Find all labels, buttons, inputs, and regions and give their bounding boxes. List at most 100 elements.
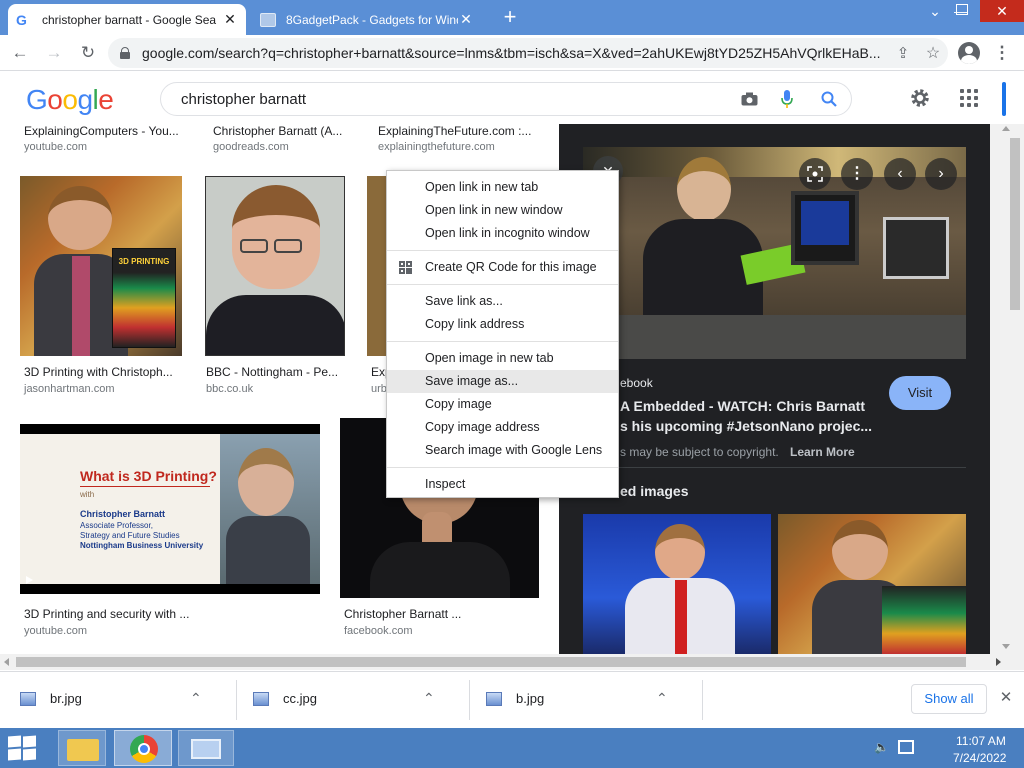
related-image[interactable] (583, 514, 771, 654)
menu-item-open-image-new-tab[interactable]: Open image in new tab (387, 347, 618, 370)
result-image-partial[interactable] (367, 176, 387, 356)
result-image[interactable] (205, 176, 345, 356)
volume-muted-icon[interactable]: 🔈 (874, 740, 890, 756)
image-preview-panel: ✕ ⋮ ‹ › ebook A Embedded - WATCH: Chris … (559, 124, 990, 654)
visit-button[interactable]: Visit (889, 376, 951, 410)
preview-title-line2[interactable]: s his upcoming #JetsonNano projec... (620, 418, 872, 434)
close-window-button[interactable]: ✕ (980, 0, 1024, 22)
tab-strip: G christopher barnatt - Google Sea ✕ 8Ga… (0, 0, 1024, 35)
menu-item-open-link-incognito[interactable]: Open link in incognito window (387, 222, 618, 245)
next-image-icon[interactable]: › (925, 158, 957, 190)
download-item[interactable]: cc.jpg ⌃ (253, 690, 435, 707)
learn-more-link[interactable]: Learn More (790, 445, 855, 459)
result-caption[interactable]: Christopher Barnatt (A... (213, 124, 342, 138)
lens-search-icon[interactable] (799, 158, 831, 190)
microphone-icon[interactable] (767, 90, 807, 108)
thumb-line1: Associate Professor, (80, 521, 153, 530)
chevron-up-icon[interactable]: ⌃ (423, 690, 435, 707)
more-options-icon[interactable]: ⋮ (841, 158, 873, 190)
result-video-thumbnail[interactable]: What is 3D Printing? with Christopher Ba… (20, 424, 320, 594)
download-item[interactable]: br.jpg ⌃ (20, 690, 202, 707)
related-image[interactable] (778, 514, 966, 654)
back-arrow-icon[interactable]: ← (8, 41, 32, 65)
forward-arrow-icon[interactable]: → (42, 41, 66, 65)
account-strip[interactable] (1002, 82, 1006, 116)
image-file-icon (253, 691, 269, 706)
menu-separator (387, 341, 618, 342)
profile-avatar-icon[interactable] (958, 42, 980, 64)
google-logo[interactable]: Google (26, 84, 114, 116)
apps-grid-icon[interactable] (960, 89, 978, 107)
settings-gear-icon[interactable] (906, 84, 934, 112)
chrome-icon[interactable] (114, 730, 172, 766)
download-filename: b.jpg (516, 691, 545, 706)
tab-close-icon[interactable]: ✕ (222, 11, 238, 28)
download-item[interactable]: b.jpg ⌃ (486, 690, 668, 707)
book-cover: 3D PRINTING (112, 248, 176, 348)
result-caption[interactable]: ExplainingTheFuture.com :... (378, 124, 531, 138)
search-box[interactable]: christopher barnatt (160, 82, 852, 116)
file-explorer-icon[interactable] (58, 730, 106, 766)
result-source: urb (371, 383, 387, 395)
scroll-right-arrow-icon[interactable] (996, 658, 1001, 666)
gadget-icon (260, 12, 276, 27)
download-bar: br.jpg ⌃ cc.jpg ⌃ b.jpg ⌃ Show all ✕ (0, 671, 1024, 728)
chevron-up-icon[interactable]: ⌃ (656, 690, 668, 707)
windows-start-icon[interactable] (8, 735, 38, 761)
new-tab-plus-icon[interactable]: + (498, 5, 522, 29)
menu-separator (387, 467, 618, 468)
search-input[interactable]: christopher barnatt (181, 91, 731, 108)
menu-item-inspect[interactable]: Inspect (387, 473, 618, 496)
result-caption[interactable]: BBC - Nottingham - Pe... (206, 365, 338, 379)
result-caption[interactable]: 3D Printing and security with ... (24, 607, 189, 621)
person-figure (48, 186, 112, 250)
control-panel-icon[interactable] (178, 730, 234, 766)
scroll-thumb[interactable] (16, 657, 966, 667)
horizontal-scrollbar[interactable] (0, 654, 1024, 670)
show-all-button[interactable]: Show all (911, 684, 987, 714)
clock-date[interactable]: 7/24/2022 (953, 751, 1006, 765)
result-source: youtube.com (24, 141, 87, 153)
menu-item-search-google-lens[interactable]: Search image with Google Lens (387, 439, 618, 462)
menu-item-save-link-as[interactable]: Save link as... (387, 290, 618, 313)
close-download-bar-icon[interactable]: ✕ (998, 690, 1014, 706)
thumb-with: with (80, 490, 95, 499)
result-caption[interactable]: Christopher Barnatt ... (344, 607, 461, 621)
bookmark-star-icon[interactable]: ☆ (918, 43, 948, 63)
tab-close-icon[interactable]: ✕ (458, 11, 474, 28)
result-source: jasonhartman.com (24, 383, 115, 395)
result-caption[interactable]: 3D Printing with Christoph... (24, 365, 173, 379)
menu-item-copy-link-address[interactable]: Copy link address (387, 313, 618, 336)
tab-gadgetpack[interactable]: 8GadgetPack - Gadgets for Wind ✕ (252, 4, 482, 35)
result-image[interactable]: 3D PRINTING (20, 176, 182, 356)
restore-icon[interactable] (956, 4, 968, 15)
menu-item-open-link-new-tab[interactable]: Open link in new tab (387, 176, 618, 199)
lock-icon (120, 47, 130, 59)
menu-item-copy-image-address[interactable]: Copy image address (387, 416, 618, 439)
share-icon[interactable]: ⇪ (888, 44, 918, 62)
scroll-down-arrow-icon[interactable] (1002, 644, 1010, 649)
result-source: bbc.co.uk (206, 383, 254, 395)
search-icon[interactable] (807, 91, 851, 107)
menu-item-create-qr-code[interactable]: Create QR Code for this image (387, 256, 618, 279)
network-icon[interactable] (898, 740, 914, 754)
scroll-left-arrow-icon[interactable] (4, 658, 9, 666)
camera-icon[interactable] (731, 92, 767, 106)
vertical-scrollbar[interactable] (990, 124, 1024, 654)
preview-title-line1[interactable]: A Embedded - WATCH: Chris Barnatt (620, 398, 865, 414)
previous-image-icon[interactable]: ‹ (884, 158, 916, 190)
scroll-thumb[interactable] (1010, 138, 1020, 310)
thumb-name: Christopher Barnatt (80, 509, 166, 519)
result-source: goodreads.com (213, 141, 289, 153)
result-caption[interactable]: ExplainingComputers - You... (24, 124, 179, 138)
menu-item-open-link-new-window[interactable]: Open link in new window (387, 199, 618, 222)
menu-item-save-image-as[interactable]: Save image as... (387, 370, 618, 393)
chevron-up-icon[interactable]: ⌃ (190, 690, 202, 707)
tab-google-search[interactable]: G christopher barnatt - Google Sea ✕ (8, 4, 246, 35)
menu-item-copy-image[interactable]: Copy image (387, 393, 618, 416)
address-bar[interactable]: google.com/search?q=christopher+barnatt&… (108, 38, 948, 68)
clock-time[interactable]: 11:07 AM (956, 734, 1006, 748)
scroll-up-arrow-icon[interactable] (1002, 126, 1010, 131)
reload-icon[interactable]: ↻ (76, 41, 100, 65)
kebab-menu-icon[interactable]: ⋮ (990, 41, 1014, 65)
